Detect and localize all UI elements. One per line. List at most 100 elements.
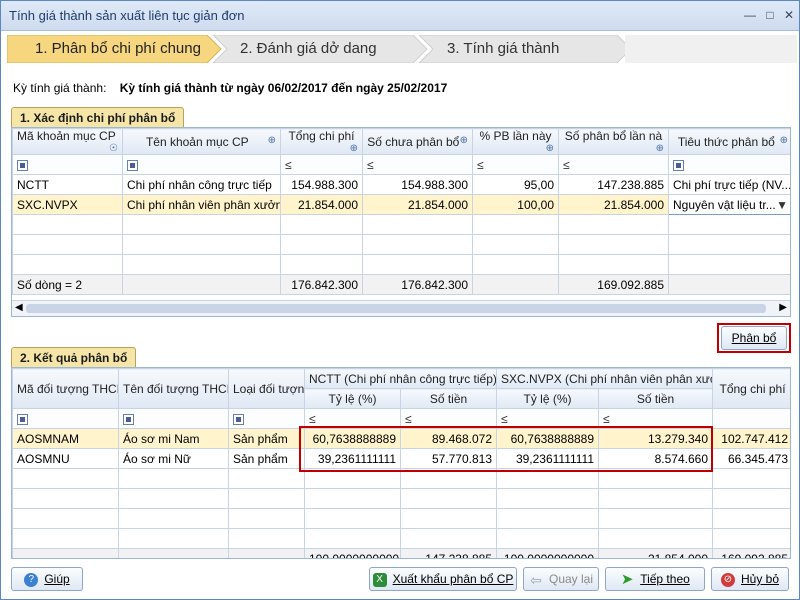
allocation-table: Mã khoản mục CP ☉ Tên khoản mục CP ⊕ Tổng … bbox=[12, 128, 790, 295]
filter-name[interactable] bbox=[122, 154, 281, 175]
filter-name[interactable] bbox=[118, 408, 229, 429]
footer-ratio-2: 100,0000000000 bbox=[496, 548, 600, 558]
filter-checkbox-icon bbox=[17, 159, 28, 171]
col-total[interactable]: Tổng chi phí ⊕ bbox=[280, 128, 363, 155]
chevron-down-icon[interactable]: ▼ bbox=[776, 198, 788, 212]
filter-checkbox-icon bbox=[127, 159, 138, 171]
next-arrow-icon: ➤ bbox=[620, 570, 634, 588]
period-row: Kỳ tính giá thành: Kỳ tính giá thành từ … bbox=[13, 81, 447, 95]
export-button[interactable]: X Xuất khẩu phân bổ CP bbox=[369, 567, 517, 591]
step-1[interactable]: 1. Phân bổ chi phí chung bbox=[7, 35, 201, 63]
cell-object-name[interactable]: Áo sơ mi Nữ bbox=[118, 448, 229, 469]
app-window: Tính giá thành sản xuất liên tục giản đơ… bbox=[0, 0, 800, 600]
cell-pct[interactable]: 100,00 bbox=[472, 194, 559, 215]
criteria-dropdown[interactable]: Nguyên vật liệu tr... ▼ bbox=[668, 194, 790, 215]
col-total-cost[interactable]: Tổng chi phí bbox=[712, 368, 790, 409]
col-name[interactable]: Tên khoản mục CP ⊕ bbox=[122, 128, 281, 155]
cell-total[interactable]: 21.854.000 bbox=[280, 194, 363, 215]
filter-checkbox-icon bbox=[233, 413, 244, 425]
period-label: Kỳ tính giá thành: bbox=[13, 81, 107, 95]
col-ratio-1[interactable]: Tỷ lệ (%) bbox=[304, 388, 401, 409]
excel-icon: X bbox=[372, 572, 387, 587]
allocate-highlight bbox=[717, 323, 791, 353]
col-pct[interactable]: % PB lần này ⊕ bbox=[472, 128, 559, 155]
cell-total[interactable]: 154.988.300 bbox=[280, 174, 363, 195]
help-icon: ? bbox=[24, 572, 39, 587]
footer-unallocated: 176.842.300 bbox=[362, 274, 473, 295]
footer-row: Số dòng = 2 176.842.300 176.842.300 169.… bbox=[12, 274, 790, 295]
filter-code[interactable] bbox=[12, 154, 123, 175]
row-count: Số dòng = 2 bbox=[12, 274, 123, 295]
scroll-thumb[interactable] bbox=[26, 304, 766, 313]
table-row[interactable]: NCTT Chi phí nhân công trực tiếp 154.988… bbox=[12, 174, 790, 195]
cell-object-code[interactable]: AOSMNU bbox=[12, 448, 119, 469]
cell-allocated[interactable]: 21.854.000 bbox=[558, 194, 669, 215]
col-amount-2[interactable]: Số tiền bbox=[598, 388, 714, 409]
cell-code[interactable]: NCTT bbox=[12, 174, 123, 195]
cancel-icon: ⊘ bbox=[720, 572, 735, 587]
filter-type[interactable] bbox=[228, 408, 305, 429]
filter-unallocated[interactable]: ≤ bbox=[362, 154, 473, 175]
scroll-right-icon: ▶ bbox=[779, 302, 787, 313]
col-group-sxc: SXC.NVPX (Chi phí nhân viên phân xưởng bbox=[496, 368, 714, 389]
col-object-type[interactable]: Loại đối tượng bbox=[228, 368, 305, 409]
section2-title: 2. Kết quả phân bổ bbox=[11, 347, 137, 367]
empty-row bbox=[12, 254, 790, 275]
cell-unallocated[interactable]: 154.988.300 bbox=[362, 174, 473, 195]
cell-total-cost[interactable]: 102.747.412 bbox=[712, 428, 790, 449]
filter-criteria[interactable] bbox=[668, 154, 790, 175]
cell-criteria[interactable]: Chi phí trực tiếp (NV... bbox=[668, 174, 790, 195]
cell-object-type[interactable]: Sản phẩm bbox=[228, 448, 305, 469]
cell-total-cost[interactable]: 66.345.473 bbox=[712, 448, 790, 469]
close-icon[interactable]: ✕ bbox=[780, 7, 798, 23]
empty-row bbox=[12, 528, 790, 549]
col-object-name[interactable]: Tên đối tượng THCP bbox=[118, 368, 229, 409]
cell-pct[interactable]: 95,00 bbox=[472, 174, 559, 195]
step-3[interactable]: 3. Tính giá thành bbox=[419, 35, 559, 63]
help-button[interactable]: ? Giúp bbox=[11, 567, 83, 591]
cancel-button[interactable]: ⊘ Hủy bỏ bbox=[711, 567, 789, 591]
step-2[interactable]: 2. Đánh giá dở dang bbox=[212, 35, 377, 63]
filter-checkbox-icon bbox=[673, 159, 684, 171]
cell-allocated[interactable]: 147.238.885 bbox=[558, 174, 669, 195]
period-value: Kỳ tính giá thành từ ngày 06/02/2017 đến… bbox=[119, 81, 448, 95]
cell-name[interactable]: Chi phí nhân công trực tiếp bbox=[122, 174, 281, 195]
empty-row bbox=[12, 234, 790, 255]
maximize-icon[interactable]: □ bbox=[761, 7, 779, 23]
col-allocated[interactable]: Số phân bổ lần nà ⊕ bbox=[558, 128, 669, 155]
allocation-grid: Mã khoản mục CP ☉ Tên khoản mục CP ⊕ Tổng … bbox=[11, 127, 791, 317]
wizard-steps: 1. Phân bổ chi phí chung 2. Đánh giá dở … bbox=[7, 35, 797, 63]
filter-total[interactable] bbox=[712, 408, 790, 429]
result-highlight bbox=[299, 426, 713, 472]
cell-object-type[interactable]: Sản phẩm bbox=[228, 428, 305, 449]
empty-row bbox=[12, 214, 790, 235]
window-title: Tính giá thành sản xuất liên tục giản đơ… bbox=[9, 8, 245, 23]
cell-object-name[interactable]: Áo sơ mi Nam bbox=[118, 428, 229, 449]
back-arrow-icon: ⇦ bbox=[530, 571, 542, 588]
minimize-icon[interactable]: — bbox=[741, 7, 759, 23]
col-object-code[interactable]: Mã đối tượng THCP bbox=[12, 368, 119, 409]
scroll-left-icon: ◀ bbox=[15, 302, 23, 313]
filter-code[interactable] bbox=[12, 408, 119, 429]
col-unallocated[interactable]: Số chưa phân bổ ⊕ bbox=[362, 128, 473, 155]
title-bar: Tính giá thành sản xuất liên tục giản đơ… bbox=[1, 1, 799, 31]
filter-pct[interactable]: ≤ bbox=[472, 154, 559, 175]
col-amount-1[interactable]: Số tiền bbox=[399, 388, 498, 409]
cell-unallocated[interactable]: 21.854.000 bbox=[362, 194, 473, 215]
horizontal-scrollbar[interactable]: ◀ ▶ bbox=[12, 300, 790, 316]
back-button[interactable]: ⇦ Quay lại bbox=[523, 567, 599, 591]
col-criteria[interactable]: Tiêu thức phân bổ ⊕ bbox=[668, 128, 790, 155]
cell-object-code[interactable]: AOSMNAM bbox=[12, 428, 119, 449]
cell-code[interactable]: SXC.NVPX bbox=[12, 194, 123, 215]
filter-row: ≤ ≤ ≤ ≤ bbox=[12, 154, 790, 175]
next-button[interactable]: ➤ Tiếp theo bbox=[605, 567, 705, 591]
col-code[interactable]: Mã khoản mục CP ☉ bbox=[12, 128, 123, 155]
cell-name[interactable]: Chi phí nhân viên phân xưởng bbox=[122, 194, 281, 215]
filter-checkbox-icon bbox=[123, 413, 134, 425]
table-row[interactable]: SXC.NVPX Chi phí nhân viên phân xưởng 21… bbox=[12, 194, 790, 215]
filter-total[interactable]: ≤ bbox=[280, 154, 363, 175]
filter-allocated[interactable]: ≤ bbox=[558, 154, 669, 175]
footer-row: 100,0000000000 147.238.885 100,000000000… bbox=[12, 548, 790, 558]
empty-row bbox=[12, 508, 790, 529]
col-ratio-2[interactable]: Tỷ lệ (%) bbox=[496, 388, 600, 409]
